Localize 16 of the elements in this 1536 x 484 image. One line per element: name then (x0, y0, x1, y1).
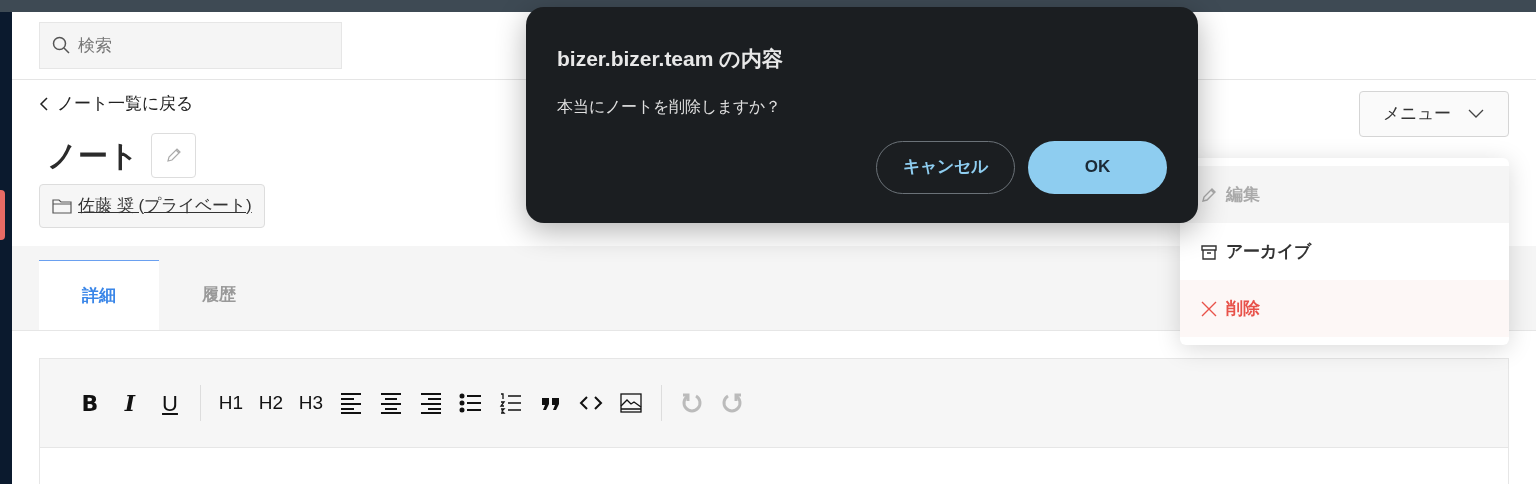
format-button[interactable]: I (116, 387, 144, 419)
format-button[interactable]: B (76, 387, 104, 419)
folder-button[interactable]: 佐藤 奨 (プライベート) (39, 183, 265, 228)
tab[interactable]: 詳細 (39, 260, 159, 330)
menu-item[interactable]: アーカイブ (1180, 223, 1509, 280)
format-button[interactable]: H1 (217, 387, 245, 419)
back-link[interactable]: ノート一覧に戻る (39, 91, 193, 117)
note-title: ノート (46, 137, 139, 174)
ok-button[interactable]: OK (1028, 140, 1167, 194)
format-button[interactable]: H3 (297, 387, 325, 419)
dialog-title: bizer.bizer.team の内容 (557, 46, 784, 72)
dialog-message: 本当にノートを削除しますか？ (557, 96, 781, 117)
format-button[interactable]: U (156, 387, 184, 419)
format-button[interactable]: H2 (257, 387, 285, 419)
search-field[interactable]: 検索 (39, 22, 342, 69)
menu-button[interactable]: メニュー (1359, 91, 1509, 137)
